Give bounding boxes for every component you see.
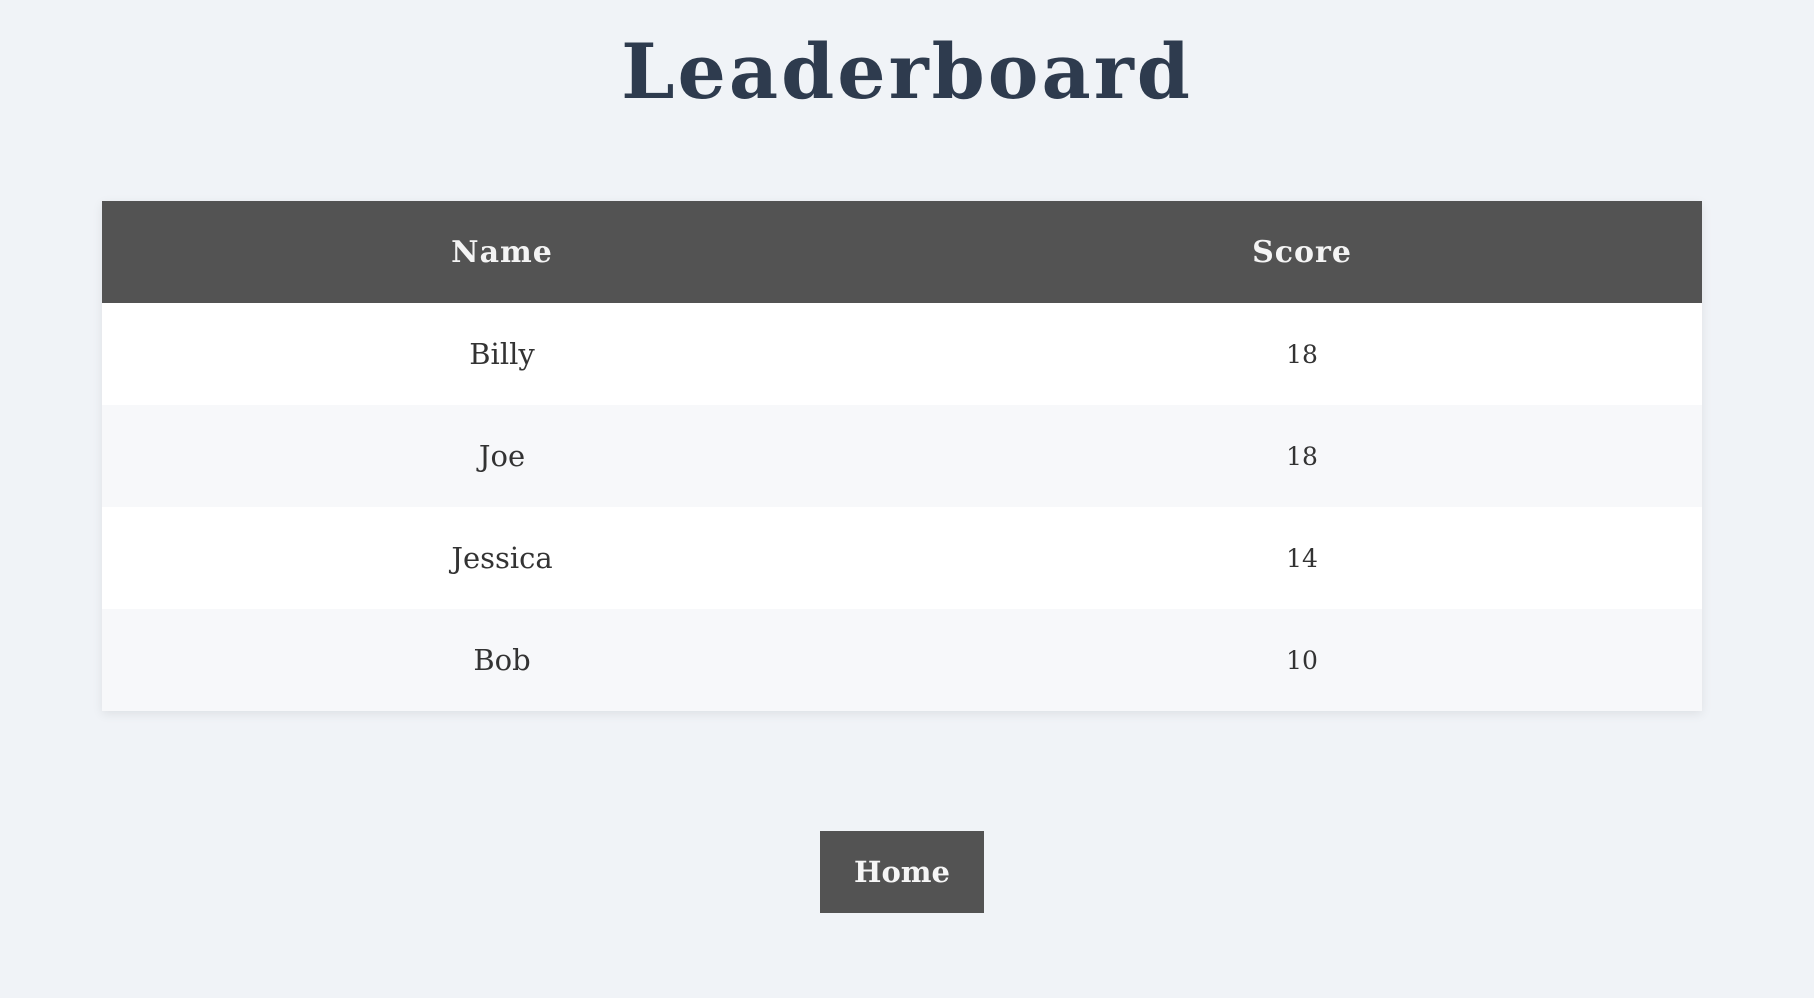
column-header-score: Score	[1252, 234, 1352, 270]
table-header: Name Score	[102, 201, 1702, 303]
leaderboard-table: Name Score Billy 18 Joe 18 Jessica 14 Bo…	[102, 201, 1702, 711]
page-title: Leaderboard	[621, 27, 1193, 116]
table-row: Jessica 14	[102, 507, 1702, 609]
player-name: Bob	[473, 643, 531, 677]
player-name: Joe	[478, 439, 526, 473]
table-body: Billy 18 Joe 18 Jessica 14 Bob 10	[102, 303, 1702, 711]
header-row: Name Score	[102, 201, 1702, 303]
table-row: Bob 10	[102, 609, 1702, 711]
player-score: 14	[1286, 543, 1318, 573]
column-header-name: Name	[451, 234, 553, 270]
player-score: 18	[1286, 441, 1318, 471]
home-button[interactable]: Home	[820, 831, 984, 913]
table-row: Joe 18	[102, 405, 1702, 507]
player-name: Jessica	[451, 541, 553, 575]
table-row: Billy 18	[102, 303, 1702, 405]
player-score: 18	[1286, 339, 1318, 369]
player-name: Billy	[469, 337, 535, 371]
player-score: 10	[1286, 645, 1318, 675]
